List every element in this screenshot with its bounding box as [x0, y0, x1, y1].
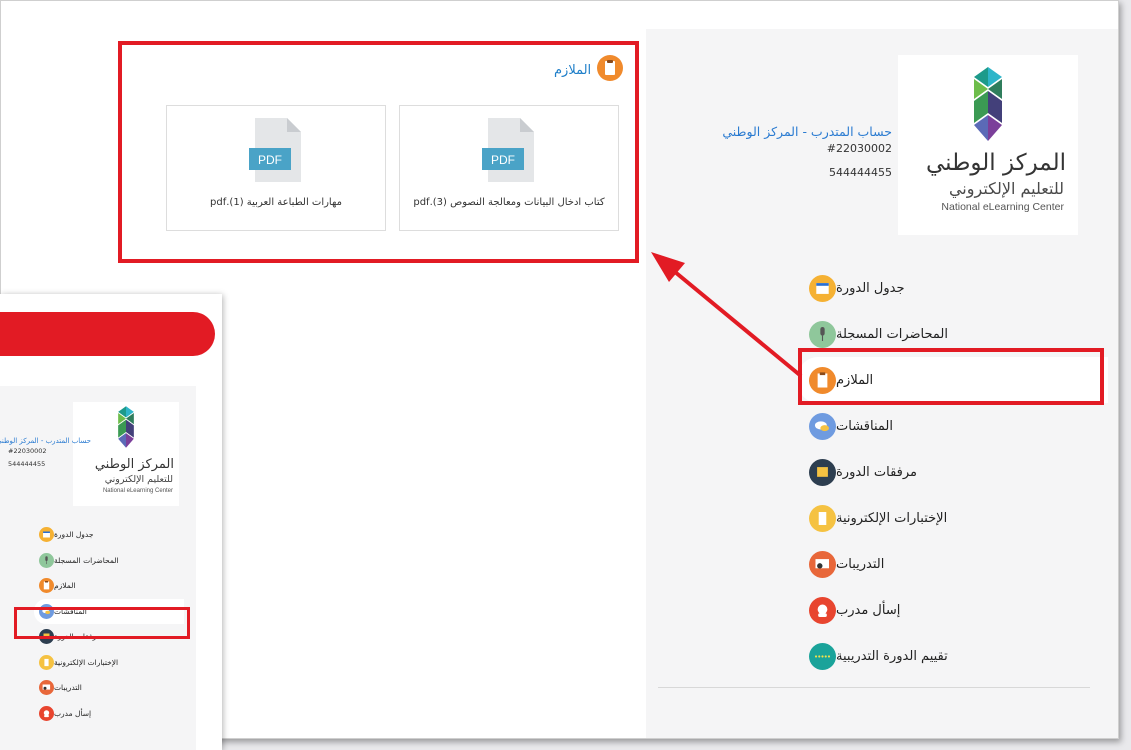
- training-icon: [39, 680, 54, 696]
- sidebar-item-ask-trainer[interactable]: إسأل مدرب: [34, 701, 184, 727]
- calendar-icon: [39, 527, 54, 543]
- sidebar-item-label: المحاضرات المسجلة: [836, 326, 948, 342]
- sidebar-item-label: المحاضرات المسجلة: [54, 555, 119, 565]
- handout-icon: [39, 578, 54, 594]
- sidebar-item-attachment[interactable]: مرفقات الدورة: [798, 449, 1088, 495]
- logo-mark-icon: [974, 67, 1002, 141]
- highlight-box-menu: [798, 348, 1104, 405]
- logo-arabic-name: المركز الوطني: [925, 150, 1066, 176]
- sidebar-item-label: الإختبارات الإلكترونية: [54, 657, 119, 667]
- microphone-icon: [39, 552, 54, 568]
- sidebar-item-ask-trainer[interactable]: إسأل مدرب: [798, 587, 1088, 633]
- account-id: #22030002: [8, 447, 47, 455]
- logo: المركز الوطني للتعليم الإلكتروني Nationa…: [898, 55, 1078, 235]
- highlight-box-inset: [14, 607, 190, 639]
- menu-divider: [658, 687, 1090, 688]
- calendar-icon: [809, 274, 836, 302]
- account-phone: 544444455: [8, 460, 46, 468]
- account-id: #22030002: [826, 142, 892, 155]
- highlight-box-content: [118, 41, 639, 263]
- inset-screenshot: المركز الوطني للتعليم الإلكتروني Nationa…: [0, 294, 222, 750]
- attachment-icon: [809, 458, 836, 486]
- sidebar-item-label: إسأل مدرب: [836, 602, 901, 618]
- microphone-icon: [809, 320, 836, 348]
- sidebar-item-training[interactable]: التدريبات: [34, 675, 184, 701]
- ask-trainer-icon: [809, 596, 836, 624]
- logo-english-name: National eLearning Center: [941, 201, 1064, 213]
- logo-arabic-name: المركز الوطني: [94, 457, 174, 472]
- sidebar-item-handout[interactable]: الملازم: [34, 573, 184, 599]
- quiz-icon: [39, 654, 54, 670]
- logo-arabic-subtitle: للتعليم الإلكتروني: [948, 179, 1064, 198]
- sidebar-item-label: التدريبات: [836, 556, 885, 572]
- sidebar-item-label: مرفقات الدورة: [836, 464, 918, 480]
- inset-header-bar: [0, 312, 215, 356]
- account-phone: 544444455: [829, 166, 892, 179]
- sidebar-item-label: جدول الدورة: [836, 280, 905, 296]
- logo-english-name: National eLearning Center: [102, 488, 173, 494]
- sidebar-item-chat-bubbles[interactable]: المناقشات: [798, 403, 1088, 449]
- ask-trainer-icon: [39, 705, 54, 721]
- sidebar-item-label: الملازم: [54, 581, 76, 591]
- sidebar-item-label: جدول الدورة: [54, 530, 94, 540]
- sidebar-menu: جدول الدورة المحاضرات المسجلة الملازم المنا…: [798, 265, 1108, 679]
- inset-logo: المركز الوطني للتعليم الإلكتروني Nationa…: [73, 402, 179, 506]
- account-name-link[interactable]: حساب المتدرب - المركز الوطني: [722, 124, 892, 139]
- training-icon: [809, 550, 836, 578]
- rating-icon: [809, 642, 836, 670]
- sidebar-item-label: الإختبارات الإلكترونية: [836, 510, 948, 526]
- sidebar-item-training[interactable]: التدريبات: [798, 541, 1088, 587]
- sidebar-item-quiz[interactable]: الإختبارات الإلكترونية: [798, 495, 1088, 541]
- account-name-link[interactable]: حساب المتدرب - المركز الوطني: [0, 437, 91, 445]
- sidebar-item-label: التدريبات: [54, 683, 82, 693]
- chat-bubbles-icon: [809, 412, 836, 440]
- inset-sidebar: المركز الوطني للتعليم الإلكتروني Nationa…: [0, 386, 196, 750]
- logo-arabic-subtitle: للتعليم الإلكتروني: [104, 474, 173, 485]
- quiz-icon: [809, 504, 836, 532]
- sidebar-item-label: المناقشات: [836, 418, 893, 434]
- sidebar-item-calendar[interactable]: جدول الدورة: [798, 265, 1088, 311]
- sidebar-item-quiz[interactable]: الإختبارات الإلكترونية: [34, 650, 184, 676]
- sidebar-item-calendar[interactable]: جدول الدورة: [34, 522, 184, 548]
- logo-mark-icon: [118, 406, 134, 448]
- sidebar-item-label: تقييم الدورة التدريبية: [836, 648, 948, 664]
- sidebar-item-microphone[interactable]: المحاضرات المسجلة: [34, 548, 184, 574]
- sidebar-item-rating[interactable]: تقييم الدورة التدريبية: [798, 633, 1088, 679]
- sidebar-item-label: إسأل مدرب: [54, 708, 92, 718]
